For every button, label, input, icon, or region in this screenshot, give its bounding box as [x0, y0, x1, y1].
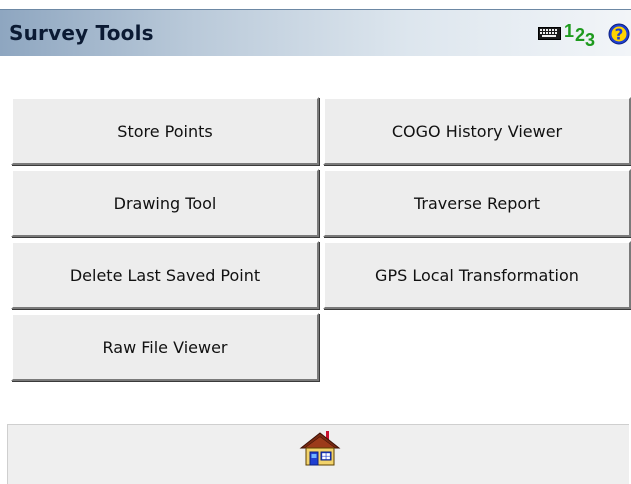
- top-spacer: [0, 0, 631, 9]
- help-icon[interactable]: ?: [608, 23, 630, 45]
- page-title: Survey Tools: [9, 21, 154, 45]
- title-bar: Survey Tools 1 2 3 ?: [0, 9, 631, 56]
- drawing-tool-button[interactable]: Drawing Tool: [11, 169, 319, 237]
- raw-file-viewer-button[interactable]: Raw File Viewer: [11, 313, 319, 381]
- bottom-toolbar: [7, 424, 629, 484]
- home-icon[interactable]: [299, 429, 341, 467]
- gps-local-transformation-button[interactable]: GPS Local Transformation: [323, 241, 631, 309]
- help-glyph: ?: [615, 26, 624, 44]
- numeric-glyph-2: 2: [575, 25, 586, 45]
- numeric-glyph-1: 1: [564, 21, 575, 41]
- store-points-button[interactable]: Store Points: [11, 97, 319, 165]
- numeric-glyph-3: 3: [585, 30, 596, 50]
- keyboard-icon[interactable]: [538, 27, 561, 40]
- traverse-report-button[interactable]: Traverse Report: [323, 169, 631, 237]
- cogo-history-viewer-button[interactable]: COGO History Viewer: [323, 97, 631, 165]
- delete-last-saved-point-button[interactable]: Delete Last Saved Point: [11, 241, 319, 309]
- numeric-input-icon[interactable]: 1 2 3: [563, 21, 607, 50]
